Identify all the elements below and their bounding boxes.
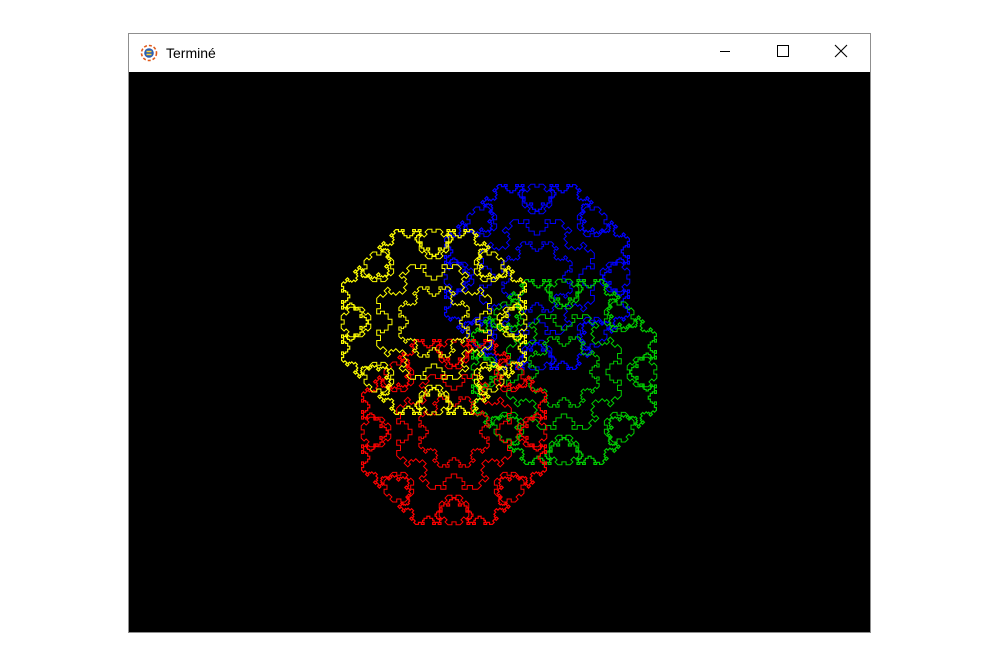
maximize-button[interactable] — [754, 34, 812, 72]
close-icon — [834, 44, 848, 63]
minimize-icon — [719, 44, 731, 62]
red-fractal-cell — [438, 494, 470, 526]
title-bar[interactable]: Terminé — [129, 34, 870, 72]
blue-fractal-cell — [521, 183, 553, 215]
fractal-drawing — [340, 183, 658, 526]
red-fractal-cell — [438, 338, 470, 370]
window-title: Terminé — [166, 45, 216, 61]
minimize-button[interactable] — [696, 34, 754, 72]
red-fractal-ring-1 — [418, 396, 490, 468]
app-window: Terminé — [128, 33, 871, 633]
window-controls — [696, 34, 870, 72]
green-fractal-cell — [548, 434, 580, 466]
yellow-fractal — [340, 228, 528, 416]
green-fractal-cell — [626, 356, 658, 388]
yellow-fractal-outline — [341, 229, 527, 415]
python-turtle-icon — [140, 44, 158, 62]
turtle-canvas[interactable] — [129, 72, 870, 632]
maximize-icon — [777, 44, 789, 62]
yellow-fractal-ring-1 — [398, 286, 470, 358]
yellow-fractal-cell — [340, 306, 372, 338]
close-button[interactable] — [812, 34, 870, 72]
yellow-fractal-cell — [418, 384, 450, 416]
red-fractal-cell — [360, 416, 392, 448]
